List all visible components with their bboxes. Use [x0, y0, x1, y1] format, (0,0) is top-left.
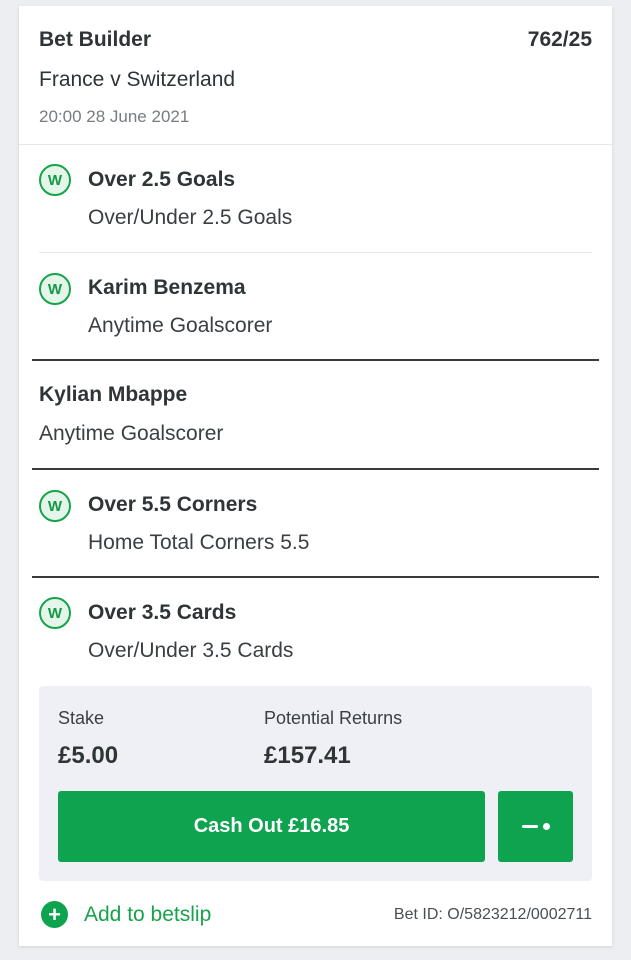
- selection-title: Over 5.5 Corners: [88, 493, 258, 516]
- win-badge-icon: W: [39, 490, 71, 522]
- selection-title: Over 2.5 Goals: [88, 168, 236, 191]
- win-badge-icon: W: [39, 273, 71, 305]
- win-badge-icon: W: [39, 597, 71, 629]
- bet-header: Bet Builder 762/25 France v Switzerland …: [19, 6, 612, 144]
- selection-market: Anytime Goalscorer: [39, 422, 224, 445]
- plus-circle-icon: +: [41, 901, 68, 928]
- partial-cash-out-button[interactable]: [498, 791, 573, 862]
- bet-id: Bet ID: O/5823212/0002711: [393, 906, 592, 923]
- slider-icon: [521, 825, 538, 828]
- selection-item: W Over 2.5 Goals Over/Under 2.5 Goals: [19, 145, 612, 252]
- win-badge-icon: W: [39, 164, 71, 196]
- selection-item: Kylian Mbappe Anytime Goalscorer: [19, 361, 612, 468]
- cash-out-button[interactable]: Cash Out £16.85: [58, 791, 485, 862]
- selection-title: Karim Benzema: [88, 276, 246, 299]
- selection-item: W Over 5.5 Corners Home Total Corners 5.…: [19, 470, 612, 577]
- stake-panel: Stake Potential Returns £5.00 £157.41 Ca…: [39, 686, 592, 881]
- potential-returns-value: £157.41: [264, 742, 351, 769]
- stake-value: £5.00: [58, 742, 119, 769]
- selection-item: W Over 3.5 Cards Over/Under 3.5 Cards: [19, 578, 612, 685]
- selection-market: Home Total Corners 5.5: [88, 531, 310, 554]
- slider-knob-icon: [542, 823, 550, 830]
- add-to-betslip-button[interactable]: + Add to betslip: [41, 901, 211, 928]
- selection-market: Anytime Goalscorer: [88, 314, 273, 337]
- bet-card: Bet Builder 762/25 France v Switzerland …: [19, 6, 612, 946]
- potential-returns-label: Potential Returns: [264, 708, 403, 728]
- event-datetime: 20:00 28 June 2021: [39, 107, 190, 126]
- event-name: France v Switzerland: [39, 68, 236, 91]
- selection-market: Over/Under 2.5 Goals: [88, 206, 293, 229]
- add-to-betslip-label: Add to betslip: [84, 902, 212, 926]
- stake-label: Stake: [58, 708, 105, 728]
- selection-title: Over 3.5 Cards: [88, 601, 237, 624]
- bet-odds: 762/25: [527, 28, 592, 51]
- bet-type-label: Bet Builder: [39, 28, 152, 51]
- selection-market: Over/Under 3.5 Cards: [88, 639, 294, 662]
- selection-title: Kylian Mbappe: [39, 383, 188, 406]
- selection-item: W Karim Benzema Anytime Goalscorer: [19, 253, 612, 360]
